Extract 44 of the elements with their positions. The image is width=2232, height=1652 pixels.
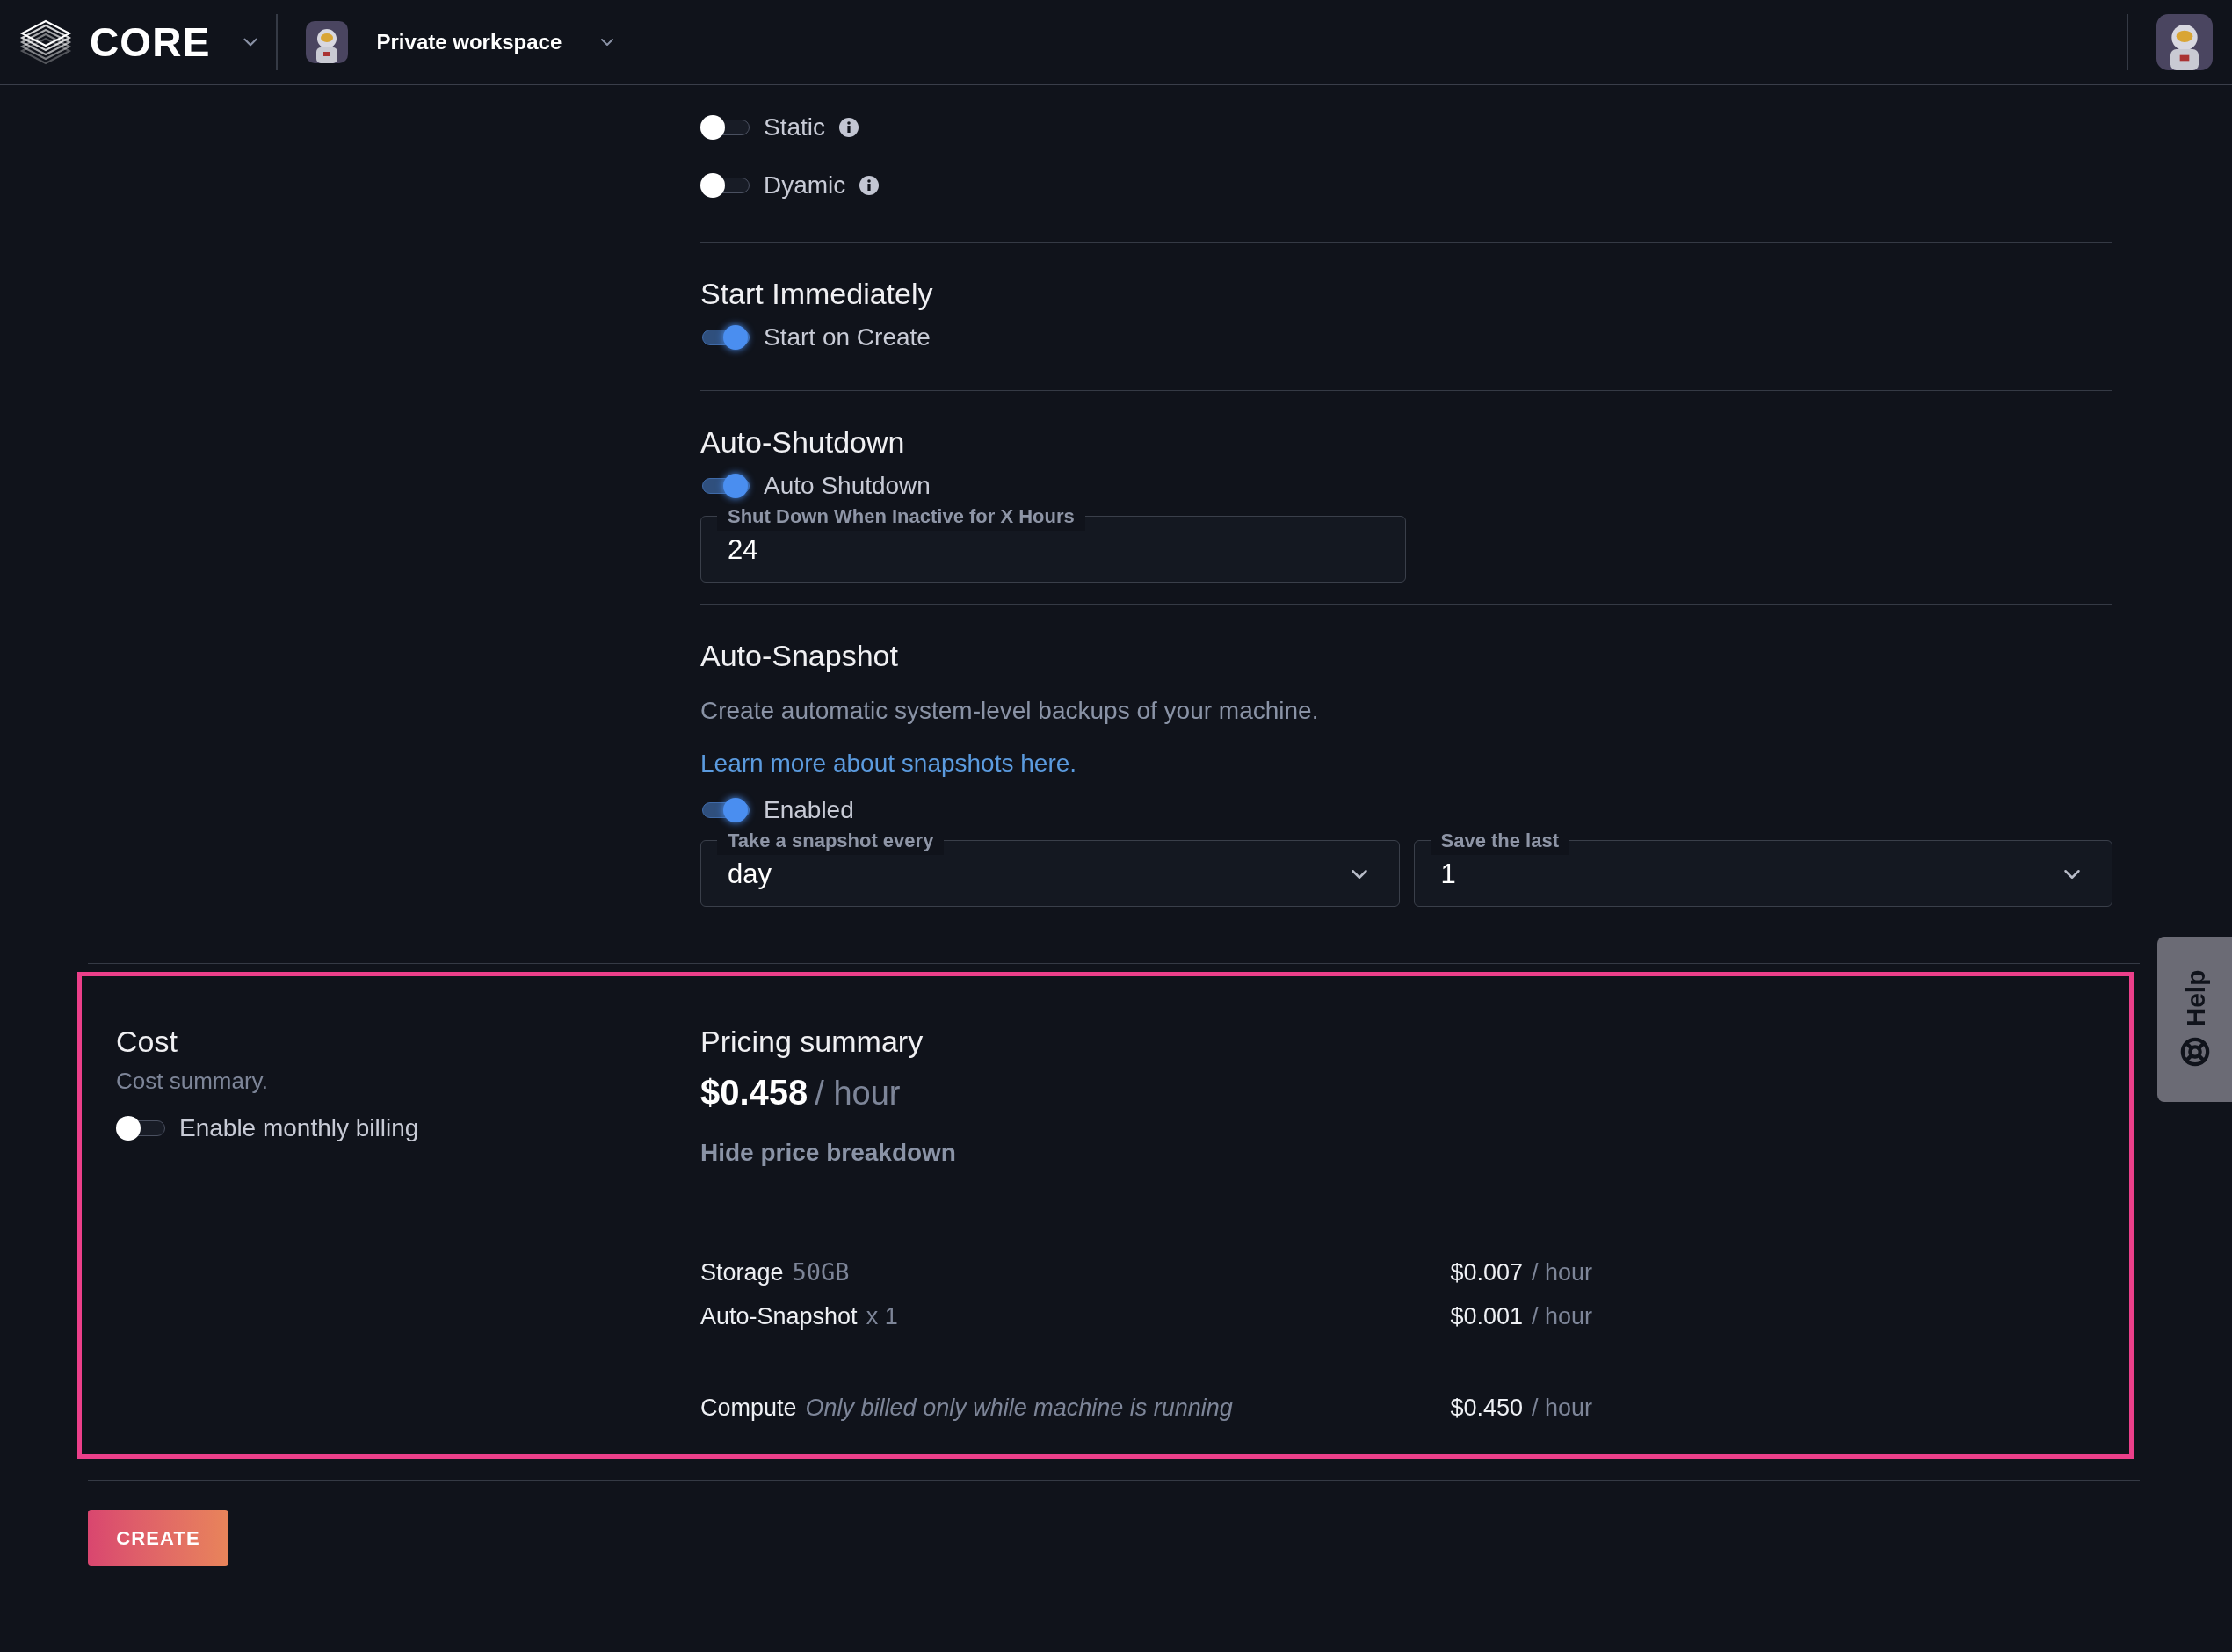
toggle-label: Dyamic xyxy=(764,170,846,200)
info-icon xyxy=(839,118,859,137)
price-item-amount: $0.450 xyxy=(1450,1393,1523,1423)
price-item-unit: / hour xyxy=(1532,1393,1593,1423)
price-item-name: Storage xyxy=(700,1257,784,1287)
toggle-switch[interactable] xyxy=(700,325,750,350)
price-item-unit: / hour xyxy=(1532,1257,1593,1287)
price-item-name: Compute xyxy=(700,1393,797,1423)
section-description: Create automatic system-level backups of your machine. xyxy=(700,696,1320,726)
snapshots-link[interactable]: Learn more about snapshots here. xyxy=(700,745,1077,782)
layers-logo-icon xyxy=(19,18,72,67)
logo-text: CORE xyxy=(90,18,211,67)
price-item-detail: 50GB xyxy=(792,1257,850,1287)
lifebuoy-icon xyxy=(2179,1037,2210,1067)
pricing-title: Pricing summary xyxy=(700,1024,924,1060)
toggle-switch[interactable] xyxy=(700,115,750,140)
toggle-label: Static xyxy=(764,112,826,142)
astronaut-avatar[interactable] xyxy=(305,21,348,63)
help-tab[interactable]: Help xyxy=(2157,937,2232,1102)
price-unit: / hour xyxy=(815,1074,901,1113)
toggle-switch[interactable] xyxy=(700,798,750,822)
toggle-label: Start on Create xyxy=(764,322,931,352)
section-title: Auto-Shutdown xyxy=(700,424,906,460)
toggle-switch[interactable] xyxy=(116,1116,165,1141)
toggle-label: Auto Shutdown xyxy=(764,471,931,501)
astronaut-avatar[interactable] xyxy=(2156,14,2213,70)
price-item-name: Auto-Snapshot xyxy=(700,1301,858,1331)
total-price: $0.458 xyxy=(700,1072,808,1113)
section-description: Cost summary. xyxy=(116,1067,269,1096)
workspace-name[interactable]: Private workspace xyxy=(376,26,562,58)
toggle-label: Enable monthly billing xyxy=(179,1113,419,1143)
toggle-switch[interactable] xyxy=(700,173,750,198)
section-title: Start Immediately xyxy=(700,276,934,312)
price-item-detail: x 1 xyxy=(866,1301,898,1331)
price-item-amount: $0.007 xyxy=(1450,1257,1523,1287)
price-item-unit: / hour xyxy=(1532,1301,1593,1331)
section-title: Cost xyxy=(116,1024,178,1060)
toggle-switch[interactable] xyxy=(700,474,750,498)
toggle-label: Enabled xyxy=(764,795,854,825)
price-item-detail: Only billed only while machine is running xyxy=(805,1393,1233,1423)
price-item-amount: $0.001 xyxy=(1450,1301,1523,1331)
info-icon xyxy=(859,176,880,195)
section-title: Auto-Snapshot xyxy=(700,638,899,674)
hide-breakdown-button[interactable]: Hide price breakdown xyxy=(700,1134,956,1171)
